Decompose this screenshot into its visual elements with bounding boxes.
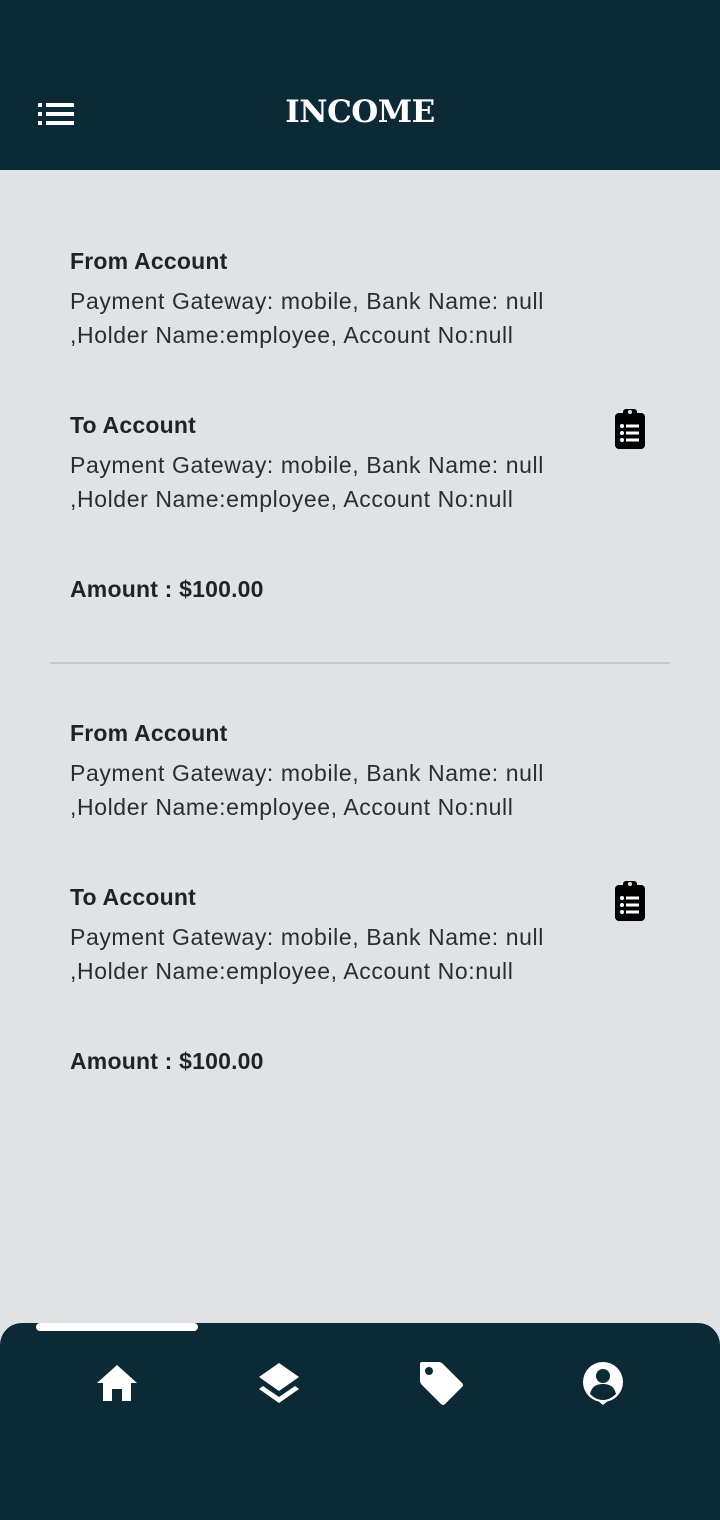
divider bbox=[50, 662, 670, 664]
to-account-details: Payment Gateway: mobile, Bank Name: null… bbox=[70, 452, 544, 512]
from-account-details: Payment Gateway: mobile, Bank Name: null… bbox=[70, 760, 544, 820]
details-button[interactable] bbox=[608, 406, 652, 452]
home-icon bbox=[97, 1365, 137, 1401]
page-title: INCOME bbox=[285, 94, 435, 130]
amount-text: Amount : $100.00 bbox=[70, 576, 264, 602]
clipboard-list-icon bbox=[615, 881, 645, 921]
selected-tab-indicator bbox=[36, 1323, 198, 1331]
from-account-label: From Account bbox=[70, 720, 228, 746]
layers-icon bbox=[259, 1363, 299, 1403]
account-circle-icon bbox=[583, 1362, 623, 1405]
to-account-label: To Account bbox=[70, 412, 196, 438]
from-account-label: From Account bbox=[70, 248, 228, 274]
amount-text: Amount : $100.00 bbox=[70, 1048, 264, 1074]
tag-icon bbox=[420, 1362, 463, 1405]
bottom-nav bbox=[0, 1323, 720, 1520]
from-account-details: Payment Gateway: mobile, Bank Name: null… bbox=[70, 288, 544, 348]
to-account-label: To Account bbox=[70, 884, 196, 910]
to-account-details: Payment Gateway: mobile, Bank Name: null… bbox=[70, 924, 544, 984]
app-bar: INCOME bbox=[0, 0, 720, 170]
nav-tags[interactable] bbox=[381, 1351, 501, 1415]
nav-layers[interactable] bbox=[219, 1351, 339, 1415]
nav-home[interactable] bbox=[57, 1351, 177, 1415]
details-button[interactable] bbox=[608, 878, 652, 924]
nav-profile[interactable] bbox=[543, 1351, 663, 1415]
clipboard-list-icon bbox=[615, 409, 645, 449]
